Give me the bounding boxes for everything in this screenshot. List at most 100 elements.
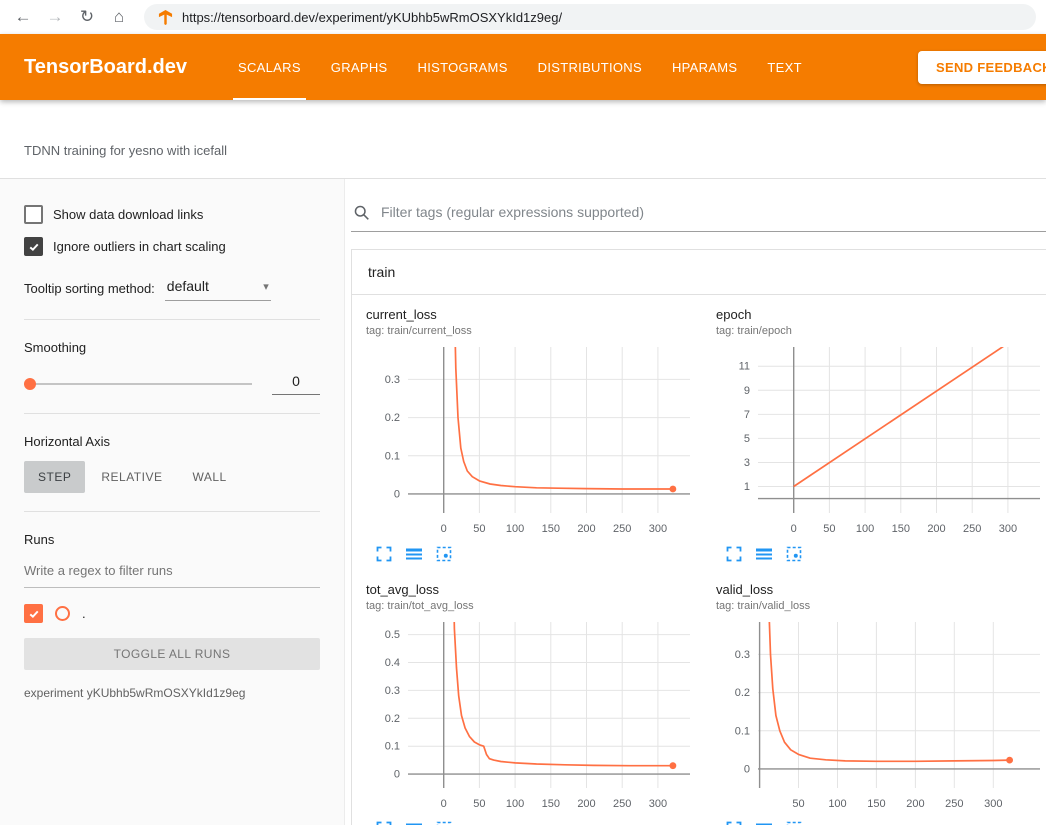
svg-text:9: 9 [744, 385, 750, 397]
horizontal-axis-label: Horizontal Axis [24, 434, 320, 449]
relative-button[interactable]: RELATIVE [87, 461, 176, 493]
data-table-icon[interactable] [756, 821, 772, 825]
svg-text:0: 0 [441, 798, 447, 810]
chart-tag: tag: train/valid_loss [716, 600, 1046, 612]
chart-tag: tag: train/epoch [716, 325, 1046, 337]
runs-filter-input[interactable] [24, 559, 320, 588]
chart-card: epoch tag: train/epoch 13579110501001502… [708, 297, 1046, 572]
forward-icon[interactable]: → [42, 4, 68, 30]
tab-histograms[interactable]: HISTOGRAMS [403, 34, 523, 100]
svg-text:250: 250 [963, 523, 981, 535]
home-icon[interactable]: ⌂ [106, 4, 132, 30]
fit-domain-icon[interactable] [436, 821, 452, 825]
train-section-header[interactable]: train [352, 250, 1046, 295]
experiment-id-label: experiment yKUbhb5wRmOSXYkId1z9eg [24, 686, 320, 700]
runs-label: Runs [24, 532, 320, 547]
train-section-card: train current_loss tag: train/current_lo… [351, 249, 1046, 825]
back-icon[interactable]: ← [10, 4, 36, 30]
svg-text:250: 250 [613, 523, 631, 535]
svg-text:0.1: 0.1 [385, 741, 400, 753]
expand-chart-icon[interactable] [376, 546, 392, 562]
tab-text[interactable]: TEXT [752, 34, 816, 100]
svg-text:150: 150 [542, 798, 560, 810]
svg-text:300: 300 [649, 798, 667, 810]
filter-tags-input[interactable] [379, 203, 1040, 221]
svg-text:0.1: 0.1 [385, 450, 400, 462]
send-feedback-button[interactable]: SEND FEEDBACK [918, 51, 1046, 84]
charts-grid: current_loss tag: train/current_loss 0 0.… [352, 295, 1046, 825]
chart-toolbar [726, 546, 1046, 562]
slider-track [24, 383, 252, 385]
chart-toolbar [376, 821, 708, 825]
chart-card: current_loss tag: train/current_loss 0 0.… [358, 297, 708, 572]
data-table-icon[interactable] [406, 821, 422, 825]
divider [24, 511, 320, 512]
chart-title: current_loss [366, 307, 708, 322]
app-logo[interactable]: TensorBoard.dev [24, 34, 187, 100]
show-download-links-checkbox[interactable] [24, 205, 43, 224]
tooltip-sorting-label: Tooltip sorting method: [24, 281, 155, 296]
wall-button[interactable]: WALL [178, 461, 240, 493]
fit-domain-icon[interactable] [436, 546, 452, 562]
svg-text:150: 150 [542, 523, 560, 535]
svg-text:0.4: 0.4 [385, 657, 400, 669]
ignore-outliers-checkbox[interactable] [24, 237, 43, 256]
svg-text:200: 200 [906, 798, 924, 810]
run-name: . [82, 606, 86, 621]
run-checkbox[interactable] [24, 604, 43, 623]
chart-card: valid_loss tag: train/valid_loss 00.10.2… [708, 572, 1046, 825]
reload-icon[interactable]: ↻ [74, 4, 100, 30]
step-button[interactable]: STEP [24, 461, 85, 493]
svg-text:0.2: 0.2 [735, 687, 750, 699]
fit-domain-icon[interactable] [786, 546, 802, 562]
svg-text:150: 150 [867, 798, 885, 810]
tooltip-sorting-value: default [167, 278, 209, 294]
run-row[interactable]: . [24, 604, 320, 623]
svg-text:250: 250 [613, 798, 631, 810]
tooltip-sorting-select[interactable]: default ▾ [165, 276, 271, 301]
smoothing-slider[interactable] [24, 377, 252, 391]
tab-scalars[interactable]: SCALARS [223, 34, 316, 100]
search-icon [353, 204, 370, 221]
data-table-icon[interactable] [406, 546, 422, 562]
svg-text:0: 0 [441, 523, 447, 535]
svg-text:50: 50 [823, 523, 835, 535]
expand-chart-icon[interactable] [726, 546, 742, 562]
chevron-down-icon: ▾ [263, 280, 269, 293]
svg-text:200: 200 [927, 523, 945, 535]
svg-text:300: 300 [649, 523, 667, 535]
toggle-all-runs-button[interactable]: TOGGLE ALL RUNS [24, 638, 320, 670]
tab-graphs[interactable]: GRAPHS [316, 34, 403, 100]
address-bar[interactable]: https://tensorboard.dev/experiment/yKUbh… [144, 4, 1036, 30]
chart-canvas[interactable]: 00.10.20.30.40.5050100150200250300 [366, 616, 696, 816]
tab-distributions[interactable]: DISTRIBUTIONS [523, 34, 657, 100]
slider-handle[interactable] [24, 378, 36, 390]
svg-text:150: 150 [892, 523, 910, 535]
svg-text:0.3: 0.3 [735, 649, 750, 661]
tensorboard-favicon-icon [158, 10, 173, 25]
svg-text:0.5: 0.5 [385, 629, 400, 641]
svg-text:100: 100 [506, 798, 524, 810]
svg-text:100: 100 [856, 523, 874, 535]
svg-text:0.2: 0.2 [385, 412, 400, 424]
data-table-icon[interactable] [756, 546, 772, 562]
svg-text:0.3: 0.3 [385, 685, 400, 697]
svg-text:100: 100 [828, 798, 846, 810]
expand-chart-icon[interactable] [726, 821, 742, 825]
chart-canvas[interactable]: 00.10.20.3050100150200250300 [366, 341, 696, 541]
chart-canvas[interactable]: 00.10.20.350100150200250300 [716, 616, 1046, 816]
chart-canvas[interactable]: 1357911050100150200250300 [716, 341, 1046, 541]
svg-text:1: 1 [744, 481, 750, 493]
svg-text:0.1: 0.1 [735, 725, 750, 737]
tab-hparams[interactable]: HPARAMS [657, 34, 752, 100]
svg-text:3: 3 [744, 457, 750, 469]
divider [24, 413, 320, 414]
expand-chart-icon[interactable] [376, 821, 392, 825]
fit-domain-icon[interactable] [786, 821, 802, 825]
smoothing-value-input[interactable]: 0 [272, 373, 320, 395]
chart-card: tot_avg_loss tag: train/tot_avg_loss 00.… [358, 572, 708, 825]
chart-toolbar [376, 546, 708, 562]
chart-toolbar [726, 821, 1046, 825]
svg-text:7: 7 [744, 409, 750, 421]
chart-tag: tag: train/current_loss [366, 325, 708, 337]
